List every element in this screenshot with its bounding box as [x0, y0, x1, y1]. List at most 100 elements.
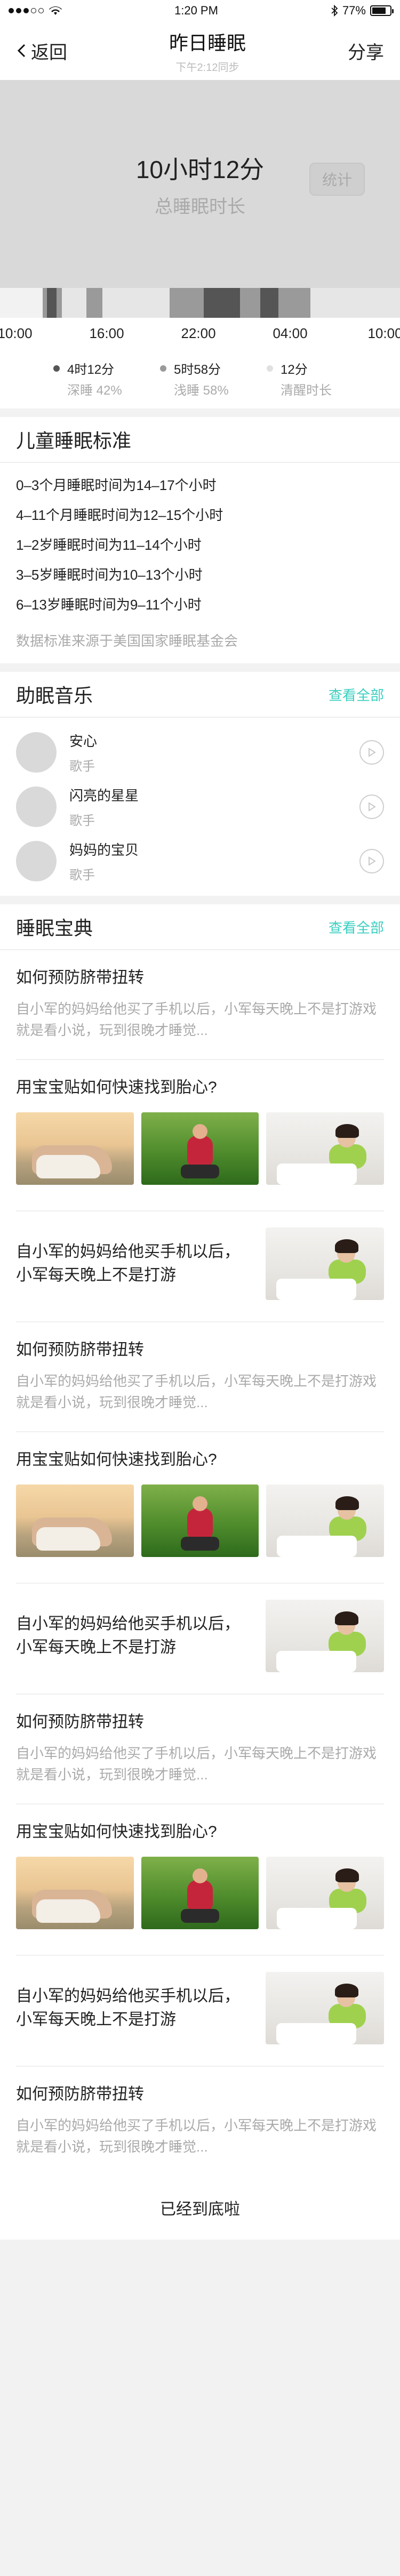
battery-icon — [370, 5, 394, 16]
article-title: 用宝宝贴如何快速找到胎心? — [16, 1451, 217, 1468]
play-icon[interactable] — [359, 740, 384, 765]
music-cover — [16, 787, 57, 827]
article-item[interactable]: 自小军的妈妈给他买手机以后，小军每天晚上不是打游 — [16, 1956, 384, 2067]
total-sleep-duration: 10小时12分 — [135, 155, 265, 183]
article-item[interactable]: 如何预防脐带扭转自小军的妈妈给他买了手机以后，小军每天晚上不是打游戏就是看小说，… — [16, 950, 384, 1060]
timeline-segment-light — [43, 288, 47, 318]
music-see-all-link[interactable]: 查看全部 — [329, 685, 384, 704]
article-item[interactable]: 用宝宝贴如何快速找到胎心? — [16, 1060, 385, 1211]
standards-source: 数据标准来源于美国国家睡眠基金会 — [16, 633, 238, 649]
sleep-legend: 4时12分 深睡 42% 5时58分 浅睡 58% 12分 清醒时长 — [0, 349, 400, 408]
back-button[interactable]: 返回 — [16, 38, 67, 64]
article-image — [141, 1484, 259, 1557]
article-title: 用宝宝贴如何快速找到胎心? — [16, 1079, 217, 1096]
article-title: 如何预防脐带扭转 — [16, 1341, 144, 1359]
article-title: 自小军的妈妈给他买手机以后，小军每天晚上不是打游 — [16, 1987, 240, 2028]
legend-value: 12分 — [281, 363, 308, 377]
standards-title: 儿童睡眠标准 — [16, 430, 132, 452]
legend-label: 深睡 42% — [67, 383, 122, 398]
status-time: 1:20 PM — [174, 4, 218, 17]
nav-bar: 返回 昨日睡眠 下午2:12同步 分享 — [0, 21, 400, 80]
play-icon[interactable] — [359, 795, 384, 819]
legend-item: 12分 清醒时长 — [267, 359, 373, 398]
article-title: 用宝宝贴如何快速找到胎心? — [16, 1823, 217, 1841]
timeline-axis: 10:00 16:00 22:00 04:00 10:00 — [0, 318, 400, 349]
sleep-music-card: 助眠音乐 查看全部 安心 歌手 闪亮的星星 歌手 妈妈的宝贝 歌手 — [0, 672, 400, 896]
article-gallery — [16, 1484, 385, 1557]
article-item[interactable]: 自小军的妈妈给他买手机以后，小军每天晚上不是打游 — [16, 1211, 384, 1322]
article-item[interactable]: 自小军的妈妈给他买手机以后，小军每天晚上不是打游 — [16, 1584, 384, 1695]
article-item[interactable]: 用宝宝贴如何快速找到胎心? — [16, 1432, 385, 1584]
article-image — [16, 1484, 134, 1557]
article-item[interactable]: 如何预防脐带扭转自小军的妈妈给他买了手机以后，小军每天晚上不是打游戏就是看小说，… — [16, 1695, 384, 1804]
article-image — [16, 1112, 134, 1185]
legend-item: 4时12分深睡 42% — [53, 359, 160, 398]
article-title: 自小军的妈妈给他买手机以后，小军每天晚上不是打游 — [16, 1615, 240, 1656]
timeline-segment-deep — [204, 288, 240, 318]
article-image — [266, 1857, 385, 1929]
sleep-timeline — [0, 288, 400, 318]
back-label: 返回 — [31, 42, 67, 63]
share-button[interactable]: 分享 — [348, 38, 384, 64]
timeline-segment-light — [57, 288, 62, 318]
article-item[interactable]: 如何预防脐带扭转自小军的妈妈给他买了手机以后，小军每天晚上不是打游戏就是看小说，… — [16, 1322, 384, 1432]
stats-button[interactable]: 统计 — [309, 163, 365, 196]
music-item[interactable]: 妈妈的宝贝 歌手 — [16, 834, 384, 888]
timeline-segment-awake — [310, 288, 400, 318]
article-image — [266, 1600, 384, 1672]
guide-see-all-link[interactable]: 查看全部 — [329, 917, 384, 937]
article-title: 如何预防脐带扭转 — [16, 969, 144, 986]
article-title: 如何预防脐带扭转 — [16, 2085, 144, 2103]
total-sleep-label: 总睡眠时长 — [155, 196, 245, 217]
music-list: 安心 歌手 闪亮的星星 歌手 妈妈的宝贝 歌手 — [16, 718, 384, 896]
play-icon[interactable] — [359, 849, 384, 873]
music-name: 安心 — [69, 733, 98, 749]
article-title: 如何预防脐带扭转 — [16, 1713, 144, 1731]
legend-item: 5时58分 浅睡 58% — [160, 359, 267, 398]
legend-value: 4时12分 — [67, 363, 115, 377]
standard-item: 1–2岁睡眠时间为11–14个小时 — [16, 537, 202, 553]
article-item[interactable]: 如何预防脐带扭转自小军的妈妈给他买了手机以后，小军每天晚上不是打游戏就是看小说，… — [16, 2067, 384, 2176]
sleep-guide-card: 睡眠宝典 查看全部 如何预防脐带扭转自小军的妈妈给他买了手机以后，小军每天晚上不… — [0, 904, 400, 2176]
article-summary: 自小军的妈妈给他买了手机以后，小军每天晚上不是打游戏就是看小说，玩到很晚才睡觉.… — [16, 1001, 377, 1038]
sync-time: 下午2:12同步 — [175, 61, 239, 74]
timeline-segment-light — [86, 288, 102, 318]
standard-item: 0–3个月睡眠时间为14–17个小时 — [16, 477, 217, 493]
guide-title: 睡眠宝典 — [16, 917, 93, 939]
article-gallery — [16, 1112, 385, 1185]
article-image — [266, 1227, 384, 1300]
standard-item: 4–11个月睡眠时间为12–15个小时 — [16, 507, 223, 523]
legend-value: 5时58分 — [174, 363, 221, 377]
timeline-segment-deep — [47, 288, 57, 318]
timeline-segment-light — [170, 288, 204, 318]
music-cover — [16, 732, 57, 773]
article-list: 如何预防脐带扭转自小军的妈妈给他买了手机以后，小军每天晚上不是打游戏就是看小说，… — [16, 950, 385, 2176]
music-name: 闪亮的星星 — [69, 788, 139, 804]
legend-dot — [160, 365, 166, 372]
timeline-tick: 16:00 — [89, 325, 124, 341]
standards-list: 0–3个月睡眠时间为14–17个小时 4–11个月睡眠时间为12–15个小时 1–2… — [16, 463, 384, 630]
signal-icon — [9, 8, 44, 13]
timeline-segment-deep — [260, 288, 278, 318]
article-image — [266, 1972, 384, 2044]
end-of-list: 已经到底啦 — [0, 2176, 400, 2240]
music-artist: 歌手 — [69, 868, 95, 882]
article-image — [16, 1857, 134, 1929]
article-summary: 自小军的妈妈给他买了手机以后，小军每天晚上不是打游戏就是看小说，玩到很晚才睡觉.… — [16, 1373, 377, 1410]
page-title: 昨日睡眠 — [169, 31, 246, 54]
carrier-signal — [9, 6, 62, 15]
article-image — [266, 1112, 385, 1185]
article-item[interactable]: 用宝宝贴如何快速找到胎心? — [16, 1804, 385, 1956]
music-item[interactable]: 闪亮的星星 歌手 — [16, 780, 384, 834]
sleep-summary: 10小时12分 总睡眠时长 统计 — [0, 80, 400, 288]
article-summary: 自小军的妈妈给他买了手机以后，小军每天晚上不是打游戏就是看小说，玩到很晚才睡觉.… — [16, 1745, 377, 1783]
timeline-segment-light — [278, 288, 310, 318]
music-item[interactable]: 安心 歌手 — [16, 725, 384, 780]
article-summary: 自小军的妈妈给他买了手机以后，小军每天晚上不是打游戏就是看小说，玩到很晚才睡觉.… — [16, 2117, 377, 2155]
wifi-icon — [49, 6, 62, 15]
timeline-tick: 10:00 — [367, 325, 400, 341]
article-gallery — [16, 1857, 385, 1929]
music-title: 助眠音乐 — [16, 685, 93, 707]
article-image — [266, 1484, 385, 1557]
music-name: 妈妈的宝贝 — [69, 842, 139, 858]
